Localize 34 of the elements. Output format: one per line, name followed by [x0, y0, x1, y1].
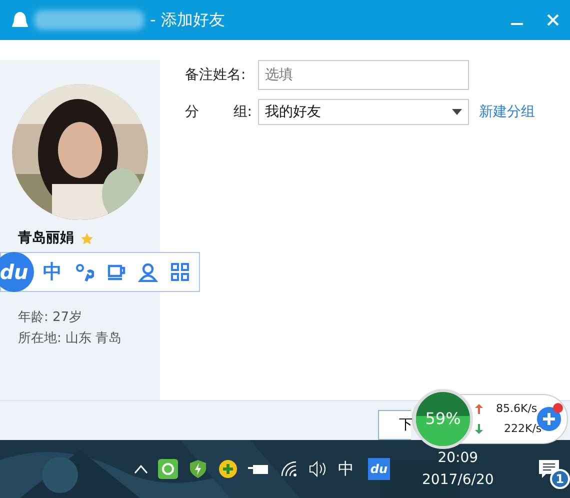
download-speed: 222K/s [504, 421, 542, 437]
user-icon[interactable] [138, 262, 158, 282]
clock-date: 2017/6/20 [422, 471, 494, 490]
new-group-link[interactable]: 新建分组 [479, 102, 535, 122]
caret-icon [452, 109, 462, 115]
close-icon[interactable] [546, 13, 560, 27]
speaker-icon[interactable] [308, 460, 328, 478]
window-title: - 添加好友 [150, 9, 225, 31]
field-label: 组: [233, 102, 252, 122]
upload-arrow-icon [475, 404, 483, 414]
field-label: 分 [185, 102, 199, 122]
ime-indicator[interactable]: 中 [338, 457, 354, 481]
cup-icon[interactable] [106, 262, 126, 282]
battery-icon[interactable] [248, 462, 270, 476]
group-dropdown[interactable]: 我的好友 [258, 99, 469, 125]
download-arrow-icon [475, 424, 483, 434]
percent-text: 59% [425, 408, 461, 430]
punctuation-icon[interactable] [74, 262, 94, 282]
ime-mode-button[interactable]: 中 [43, 258, 62, 286]
security-app-icon[interactable] [158, 459, 178, 479]
shield-icon[interactable] [188, 459, 208, 479]
wifi-icon[interactable] [280, 460, 298, 478]
baidu-input-button[interactable]: du [368, 458, 390, 480]
next-button[interactable]: 下 [378, 410, 411, 440]
remark-input[interactable]: 选填 [258, 60, 469, 90]
grid-icon[interactable] [170, 262, 190, 282]
chevron-up-icon[interactable] [134, 464, 148, 474]
contact-name: 青岛丽娟 [18, 229, 74, 248]
age-text: 年龄: 27岁 [18, 309, 84, 327]
plus-icon[interactable] [218, 459, 238, 479]
clock-time: 20:09 [436, 449, 480, 468]
location-text: 所在地: 山东 青岛 [18, 330, 123, 348]
field-label: 备注姓名: [185, 66, 246, 84]
upload-speed: 85.6K/s [496, 401, 538, 417]
